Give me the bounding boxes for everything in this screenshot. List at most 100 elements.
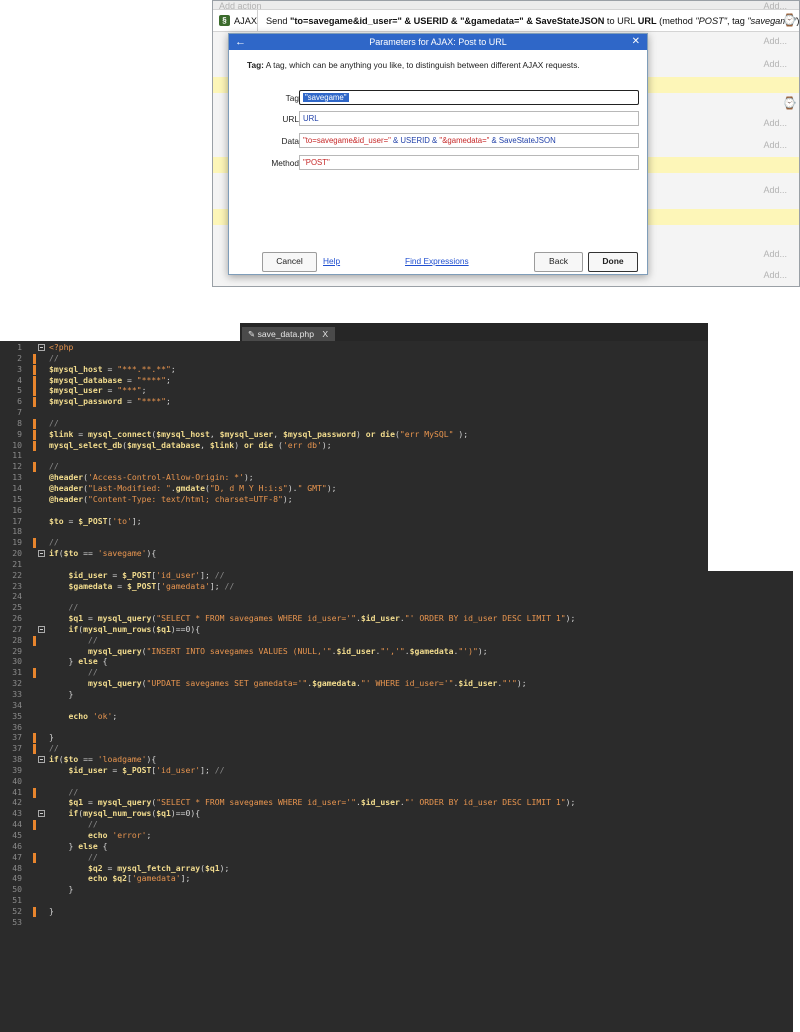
fold-toggle-icon[interactable] [38, 756, 45, 764]
tag-input[interactable]: "savegame" [299, 90, 639, 105]
back-arrow-icon[interactable]: ← [235, 34, 246, 50]
line-number: 29 [12, 645, 22, 656]
code-line[interactable]: 26 $q1 = mysql_query("SELECT * FROM save… [0, 613, 800, 624]
code-line[interactable]: 35 echo 'ok'; [0, 711, 800, 722]
code-line[interactable]: 45 echo 'error'; [0, 830, 800, 841]
code-line[interactable]: 51 [0, 895, 800, 906]
code-line[interactable]: 27 if(mysql_num_rows($q1)==0){ [0, 624, 800, 635]
code-line[interactable]: 49 echo $q2['gamedata']; [0, 873, 800, 884]
code-line[interactable]: 42 $q1 = mysql_query("SELECT * FROM save… [0, 797, 800, 808]
code-line[interactable]: 41 // [0, 787, 800, 798]
code-line[interactable]: 3 $mysql_host = "***.**.**"; [0, 364, 800, 375]
add-action-link[interactable]: Add... [763, 59, 787, 69]
find-expressions-link[interactable]: Find Expressions [405, 256, 469, 266]
code-line[interactable]: 8 // [0, 418, 800, 429]
code-line[interactable]: 2 // [0, 353, 800, 364]
code-line[interactable]: 34 [0, 700, 800, 711]
close-icon[interactable]: ✕ [632, 34, 640, 50]
add-action-link[interactable]: Add... [763, 118, 787, 128]
code-token: ){ [146, 548, 157, 559]
add-action-link[interactable]: Add... [763, 249, 787, 259]
code-line[interactable]: 13 @header('Access-Control-Allow-Origin: … [0, 472, 800, 483]
code-line[interactable]: 21 [0, 559, 800, 570]
code-line[interactable]: 12 // [0, 461, 800, 473]
fold-toggle-icon[interactable] [38, 344, 45, 351]
code-line[interactable]: 17 $to = $_POST['to']; [0, 516, 800, 527]
code-line[interactable]: 37 // [0, 743, 800, 755]
data-input[interactable]: "to=savegame&id_user=" & USERID & "&game… [299, 133, 639, 148]
code-line[interactable]: 53 [0, 917, 800, 928]
code-line[interactable]: 33 } [0, 689, 800, 700]
code-token: $_POST [122, 569, 152, 580]
code-line[interactable]: 38 if($to == 'loadgame'){ [0, 754, 800, 765]
fold-toggle-icon[interactable] [38, 550, 45, 558]
code-line[interactable]: 30 } else { [0, 656, 800, 667]
add-action-link[interactable]: Add... [763, 185, 787, 195]
code-line[interactable]: 11 [0, 450, 800, 461]
code-line[interactable]: 32 mysql_query("UPDATE savegames SET gam… [0, 678, 800, 689]
code-line[interactable]: 10 mysql_select_db ($mysql_database, $link… [0, 440, 800, 451]
code-line[interactable]: 50 } [0, 884, 800, 895]
back-button[interactable]: Back [534, 252, 583, 272]
code-line[interactable]: 6 $mysql_password = "****"; [0, 396, 800, 408]
code-line[interactable]: 40 [0, 776, 800, 787]
ajax-action-text[interactable]: Send "to=savegame&id_user=" & USERID & "… [258, 16, 799, 26]
code-line[interactable]: 1 <?php [0, 342, 800, 353]
code-line[interactable]: 14 @header("Last-Modified: ".gmdate("D, d… [0, 483, 800, 494]
code-token: 'Access-Control-Allow-Origin: *' [88, 472, 244, 483]
code-line[interactable]: 46 } else { [0, 841, 800, 852]
code-line[interactable]: 48 $q2 = mysql_fetch_array($q1); [0, 863, 800, 874]
code-line[interactable]: 25 // [0, 602, 800, 613]
code-line[interactable]: 4 $mysql_database = "****"; [0, 375, 800, 386]
code-token: mysql_query [97, 613, 152, 624]
code-token: <?php [49, 342, 74, 352]
code-token: "Last-Modified: " [88, 482, 171, 493]
fold-toggle-icon[interactable] [38, 810, 45, 818]
line-number: 10 [12, 439, 22, 450]
code-line[interactable]: 29 mysql_query("INSERT INTO savegames VA… [0, 646, 800, 657]
code-line[interactable]: 22 $id_user = $_POST['id_user']; // [0, 570, 800, 581]
code-line[interactable]: 43 if(mysql_num_rows($q1)==0){ [0, 808, 800, 819]
done-button[interactable]: Done [588, 252, 638, 272]
code-line[interactable]: 18 [0, 526, 800, 537]
code-line[interactable]: 44 // [0, 819, 800, 831]
code-line[interactable]: 5 $mysql_user = "***"; [0, 385, 800, 397]
code-line[interactable]: 37} [0, 732, 800, 744]
fold-toggle-icon[interactable] [38, 625, 45, 633]
help-link[interactable]: Help [323, 256, 340, 266]
code-token: ); [516, 678, 527, 689]
line-number: 23 [12, 580, 22, 591]
code-token: , [200, 439, 210, 450]
editor-tab-bar: ✎ save_data.php X [240, 323, 708, 341]
tab-close-icon[interactable]: X [322, 329, 328, 339]
code-line[interactable]: 7 [0, 407, 800, 418]
code-token: "err MySQL" [399, 428, 454, 439]
code-lines[interactable]: 1 <?php 2 // 3 $mysql_host = "***.**.**"; 4 $my… [0, 342, 800, 928]
code-line[interactable]: 15 @header("Content-Type: text/html; char… [0, 494, 800, 505]
ajax-object-cell[interactable]: § AJAX [213, 10, 258, 31]
code-line[interactable]: 16 [0, 505, 800, 516]
add-action-link[interactable]: Add... [763, 270, 787, 280]
url-input[interactable]: URL [299, 111, 639, 126]
code-line[interactable]: 36 [0, 722, 800, 733]
code-line[interactable]: 20 if($to == 'savegame'){ [0, 548, 800, 559]
code-token: = [122, 396, 137, 407]
method-input[interactable]: "POST" [299, 155, 639, 170]
add-action-link[interactable]: Add... [763, 36, 787, 46]
code-text: $mysql_user = "***"; [49, 385, 146, 396]
code-line[interactable]: 47 // [0, 852, 800, 863]
code-line[interactable]: 9 $link = mysql_connect($mysql_host, $mys… [0, 429, 800, 440]
code-line[interactable]: 31 // [0, 667, 800, 679]
code-token: // [49, 537, 59, 548]
cancel-button[interactable]: Cancel [262, 252, 317, 272]
code-line[interactable]: 39 $id_user = $_POST['id_user']; // [0, 765, 800, 776]
add-action-link[interactable]: Add... [763, 140, 787, 150]
code-line[interactable]: 24 [0, 591, 800, 602]
code-line[interactable]: 19 // [0, 537, 800, 549]
code-line[interactable]: 52} [0, 906, 800, 917]
line-number: 36 [12, 721, 22, 732]
ajax-action-row[interactable]: § AJAX Send "to=savegame&id_user=" & USE… [213, 9, 799, 32]
code-line[interactable]: 28 // [0, 635, 800, 646]
code-line[interactable]: 23 $gamedata = $_POST['gamedata']; // [0, 581, 800, 592]
tab-save-data-php[interactable]: ✎ save_data.php X [242, 327, 336, 341]
